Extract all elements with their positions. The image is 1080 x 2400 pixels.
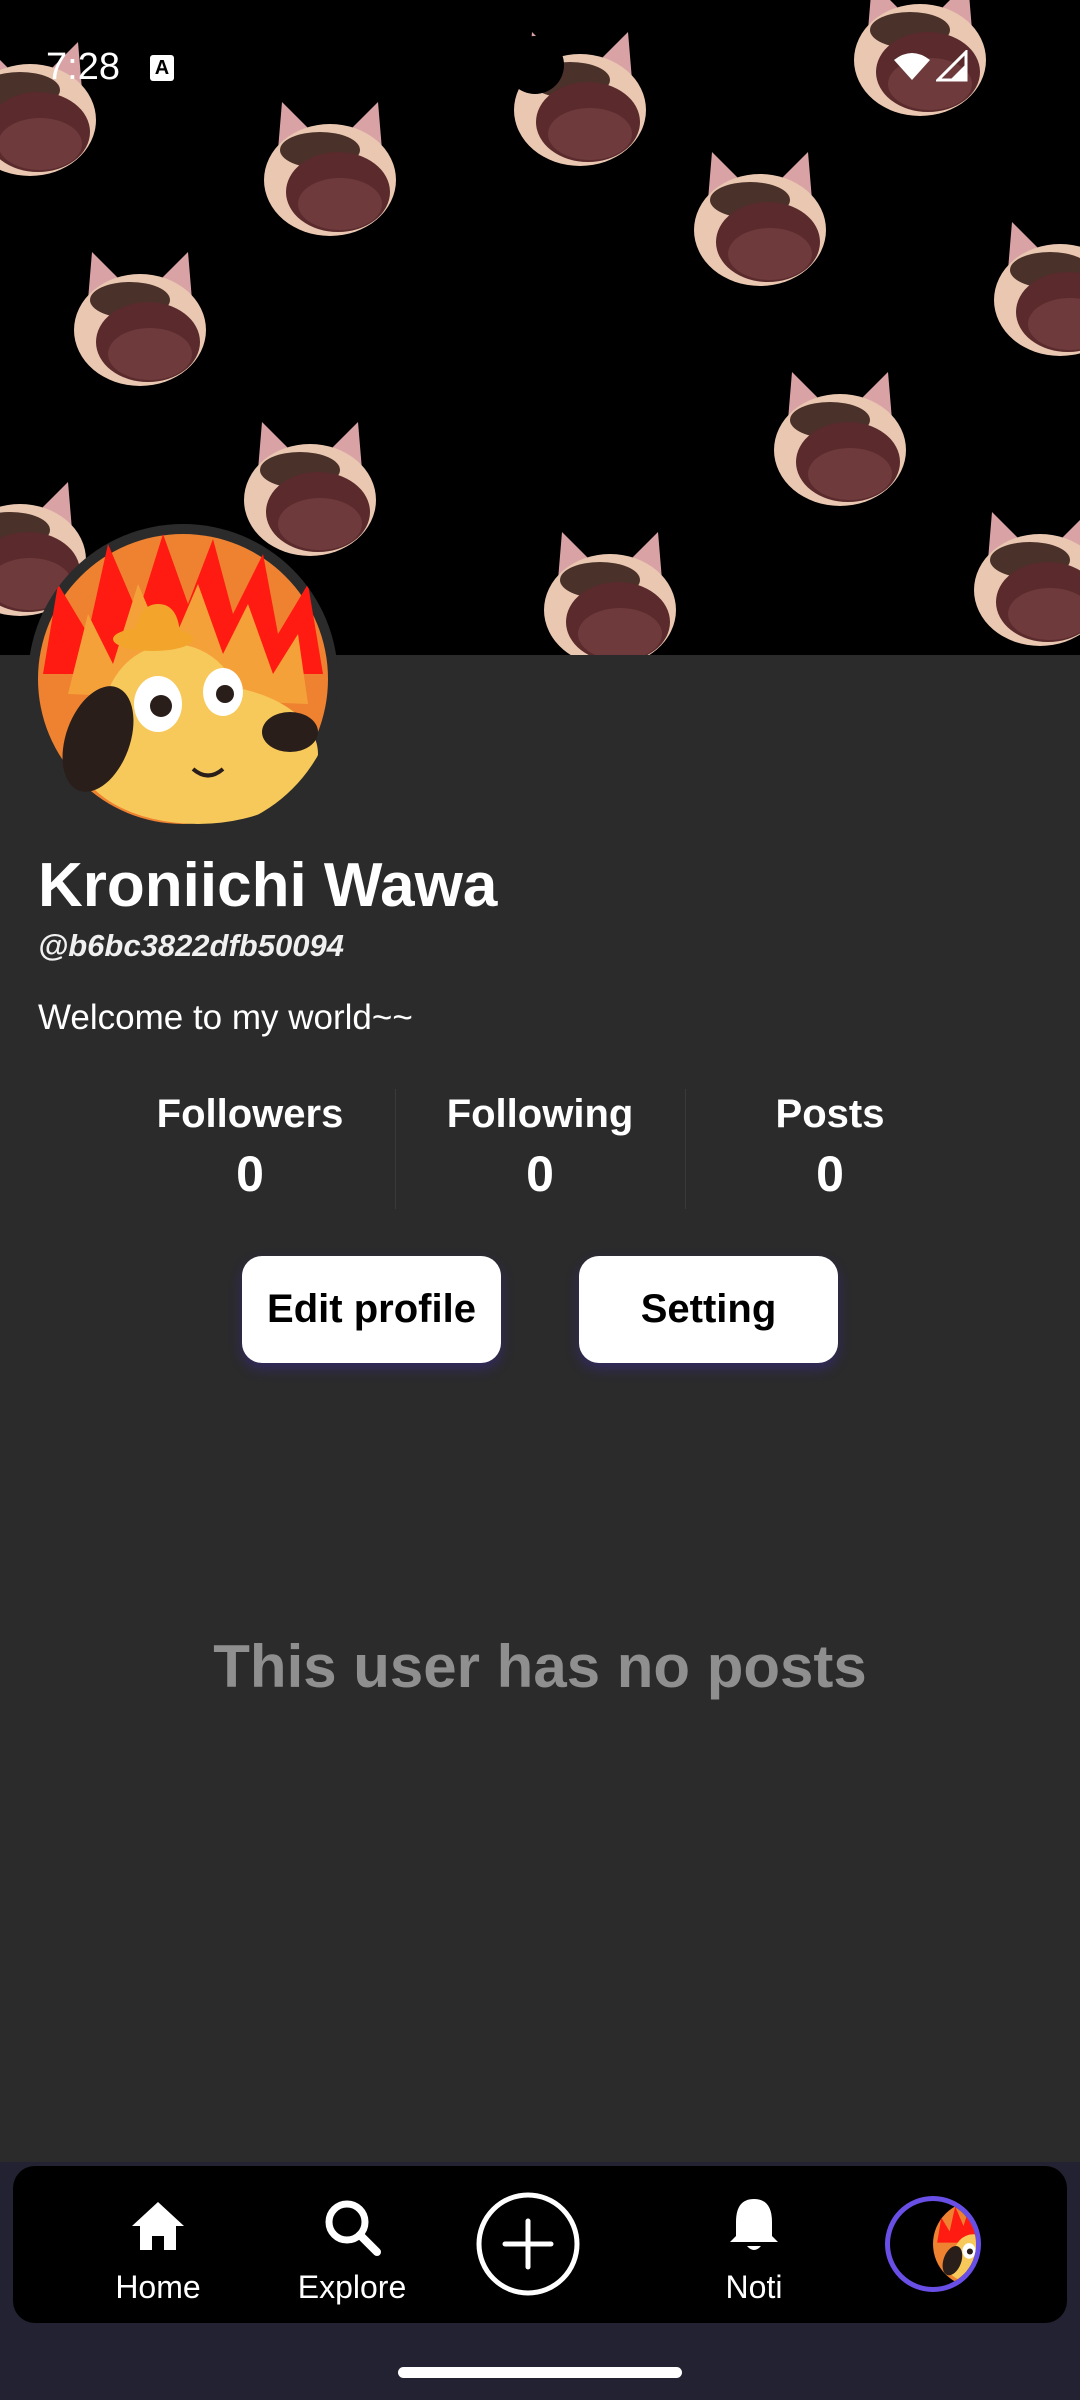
search-icon: [325, 2200, 381, 2256]
status-time: 7:28: [46, 46, 120, 88]
stat-followers[interactable]: Followers 0: [105, 1085, 395, 1215]
camera-cutout: [506, 36, 564, 94]
nav-add-post[interactable]: [475, 2166, 581, 2323]
nav-noti-label: Noti: [725, 2269, 783, 2305]
status-bar: 7:28 A: [0, 0, 1080, 130]
empty-posts-message: This user has no posts: [213, 1633, 867, 1700]
profile-stats: Followers 0 Following 0 Posts 0: [105, 1085, 975, 1215]
nav-notifications[interactable]: Noti: [681, 2166, 827, 2323]
signal-icon: [936, 50, 968, 82]
nav-home[interactable]: Home: [85, 2166, 231, 2323]
bottom-navigation: Home Explore Noti: [13, 2166, 1067, 2323]
stat-label: Followers: [156, 1092, 344, 1136]
profile-avatar[interactable]: [28, 524, 338, 834]
stat-posts[interactable]: Posts 0: [685, 1085, 975, 1215]
home-indicator[interactable]: [398, 2367, 682, 2378]
setting-button[interactable]: Setting: [579, 1256, 838, 1363]
nav-profile-avatar: [885, 2196, 981, 2292]
nav-explore-label: Explore: [297, 2269, 407, 2305]
bell-icon: [730, 2199, 778, 2250]
edit-profile-button[interactable]: Edit profile: [242, 1256, 501, 1363]
stat-following[interactable]: Following 0: [395, 1085, 685, 1215]
keyboard-indicator-icon: A: [150, 55, 174, 81]
stat-label: Following: [446, 1092, 634, 1136]
wifi-icon: [894, 53, 930, 80]
stat-value: 0: [236, 1146, 264, 1202]
display-name: Kroniichi Wawa: [38, 851, 498, 920]
stat-value: 0: [526, 1146, 554, 1202]
avatar-dog-image: [38, 534, 328, 824]
nav-profile[interactable]: [885, 2166, 983, 2323]
stat-value: 0: [816, 1146, 844, 1202]
bio-text: Welcome to my world~~: [38, 998, 413, 1037]
username: @b6bc3822dfb50094: [38, 928, 344, 963]
avatar-dog-image: [933, 2201, 976, 2287]
nav-home-label: Home: [115, 2269, 201, 2305]
stat-label: Posts: [775, 1092, 885, 1136]
add-circle-icon: [476, 2192, 580, 2296]
home-icon: [132, 2202, 184, 2250]
nav-explore[interactable]: Explore: [279, 2166, 425, 2323]
